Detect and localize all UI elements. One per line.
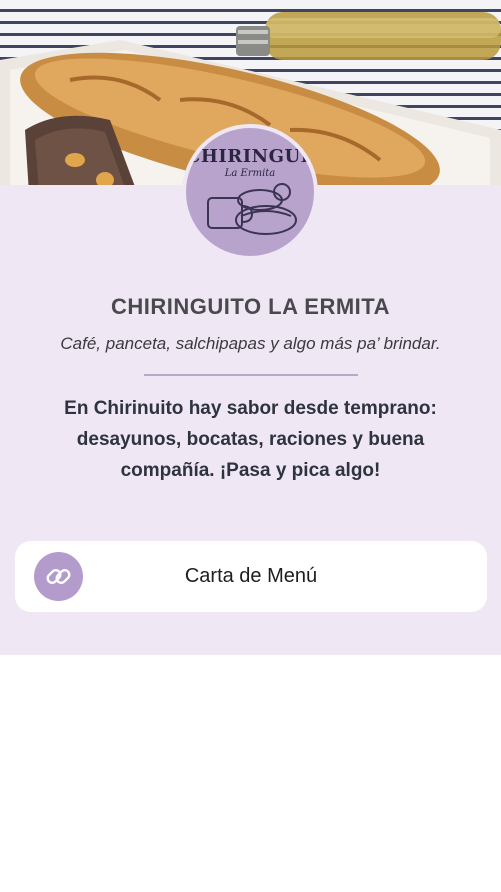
brand-logo: CHIRINGUITO La Ermita (186, 128, 314, 256)
page-tagline: Café, panceta, salchipapas y algo más pa… (60, 334, 441, 353)
divider (144, 374, 358, 376)
menu-link-label: Carta de Menú (184, 565, 318, 587)
link-in-bio-page: CHIRINGUITO La Ermita CHIRINGUITO LA ERM… (0, 0, 501, 892)
menu-link-button[interactable]: Carta de Menú (15, 541, 487, 612)
bio-description: En Chirinuito hay sabor desde temprano: … (64, 398, 437, 481)
logo-wordmark: CHIRINGUITO (186, 146, 314, 167)
logo-subtext: La Ermita (224, 168, 276, 179)
page-title: CHIRINGUITO LA ERMITA (111, 294, 390, 319)
